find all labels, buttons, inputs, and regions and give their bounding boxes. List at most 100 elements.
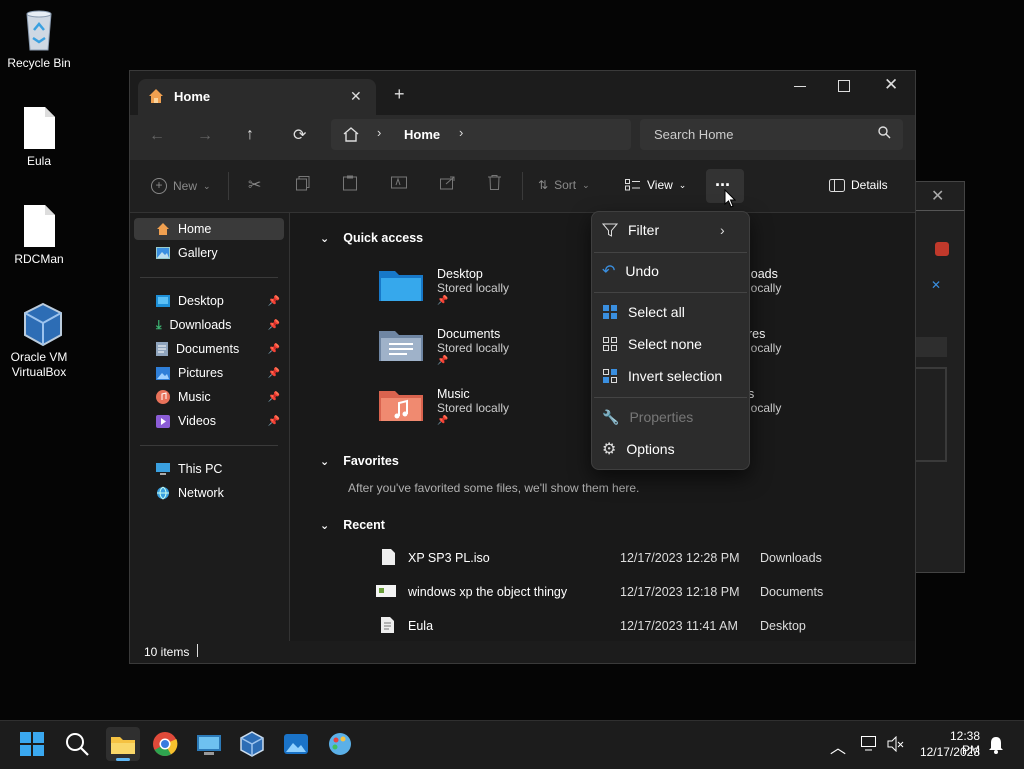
menu-item-select-all[interactable]: Select all xyxy=(602,300,742,324)
up-arrow-icon[interactable]: ↑ xyxy=(246,126,254,144)
rename-icon[interactable] xyxy=(391,175,407,190)
share-icon[interactable] xyxy=(440,175,456,190)
desktop-icon-recycle-bin[interactable]: Recycle Bin xyxy=(1,8,77,71)
gear-icon: ⚙ xyxy=(602,441,617,458)
desktop-icon-rdcman[interactable]: RDCMan xyxy=(1,204,77,267)
quick-access-item-partial[interactable]: res locally xyxy=(748,327,781,355)
text-file-icon xyxy=(381,617,394,633)
paste-icon[interactable] xyxy=(343,175,357,191)
details-button[interactable]: Details xyxy=(829,178,888,192)
forward-arrow-icon[interactable]: → xyxy=(197,127,213,145)
start-button[interactable] xyxy=(19,731,47,759)
new-label: New xyxy=(173,179,198,193)
address-box[interactable]: › Home › xyxy=(331,119,631,150)
menu-item-select-none[interactable]: Select none xyxy=(602,332,742,356)
menu-item-properties[interactable]: 🔧 Properties xyxy=(602,405,742,429)
recent-location: Desktop xyxy=(760,619,806,633)
chrome-icon[interactable] xyxy=(152,731,180,759)
menu-label: Select all xyxy=(628,304,685,320)
document-icon xyxy=(21,106,57,150)
quick-access-item-documents[interactable]: Documents Stored locally 📌 xyxy=(379,327,509,366)
quick-access-item-partial[interactable]: s locally xyxy=(748,387,781,415)
nav-item-videos[interactable]: Videos 📌 xyxy=(134,410,284,432)
refresh-icon[interactable]: ⟳ xyxy=(293,125,306,145)
search-icon[interactable] xyxy=(64,731,92,759)
quick-access-header[interactable]: ⌄ Quick access xyxy=(320,231,423,245)
chevron-down-icon: ⌄ xyxy=(320,232,330,245)
nav-item-downloads[interactable]: ⤓ Downloads 📌 xyxy=(134,314,284,336)
background-x-icon[interactable]: ✕ xyxy=(931,278,941,292)
pin-icon[interactable]: 📌 xyxy=(268,296,280,307)
photos-icon[interactable] xyxy=(283,731,311,759)
wrench-icon: 🔧 xyxy=(602,408,620,425)
nav-item-this-pc[interactable]: This PC xyxy=(134,458,284,480)
delete-icon[interactable] xyxy=(488,175,501,190)
search-box[interactable]: Search Home xyxy=(640,119,903,150)
quick-access-item-music[interactable]: Music Stored locally 📌 xyxy=(379,387,509,426)
pin-icon[interactable]: 📌 xyxy=(268,392,280,403)
maximize-button[interactable] xyxy=(838,80,850,92)
view-label: View xyxy=(647,178,673,192)
nav-item-home[interactable]: Home xyxy=(134,218,284,240)
volume-muted-icon[interactable] xyxy=(887,736,905,752)
home-icon xyxy=(148,88,164,104)
tab-title: Home xyxy=(174,89,211,104)
rdcman-icon[interactable] xyxy=(196,731,224,759)
recent-row[interactable]: XP SP3 PL.iso 12/17/2023 12:28 PM Downlo… xyxy=(376,549,916,569)
nav-item-desktop[interactable]: Desktop 📌 xyxy=(134,290,284,312)
minimize-button[interactable] xyxy=(792,77,808,97)
favorites-empty-text: After you've favorited some files, we'll… xyxy=(348,481,640,495)
recent-name: XP SP3 PL.iso xyxy=(408,551,490,565)
pin-icon[interactable]: 📌 xyxy=(268,416,280,427)
title-bar: Home ✕ + ✕ xyxy=(130,71,915,115)
new-button[interactable]: + New ⌄ xyxy=(151,178,211,194)
tab-close-icon[interactable]: ✕ xyxy=(350,88,362,105)
clock-date[interactable]: 12/17/2023 xyxy=(910,745,980,759)
chevron-down-icon: ⌄ xyxy=(320,519,330,532)
chevron-up-icon[interactable]: ︿ xyxy=(830,734,846,758)
new-tab-button[interactable]: + xyxy=(394,84,405,105)
desktop-icon-eula[interactable]: Eula xyxy=(1,106,77,169)
recent-header[interactable]: ⌄ Recent xyxy=(320,518,385,532)
cut-icon[interactable]: ✂ xyxy=(248,175,261,195)
file-explorer-window[interactable]: Home ✕ + ✕ ← → ↑ ⟳ › Home › Search Home xyxy=(129,70,916,664)
menu-item-invert-selection[interactable]: Invert selection xyxy=(602,364,742,388)
pin-icon[interactable]: 📌 xyxy=(268,320,280,331)
back-arrow-icon[interactable]: ← xyxy=(149,127,165,145)
view-button[interactable]: View ⌄ xyxy=(625,178,686,192)
background-close-icon[interactable]: ✕ xyxy=(931,186,944,206)
menu-item-options[interactable]: ⚙ Options xyxy=(602,437,742,461)
view-icon xyxy=(625,179,641,191)
breadcrumb-home[interactable]: Home xyxy=(404,127,440,142)
close-button[interactable]: ✕ xyxy=(884,75,898,95)
sort-button[interactable]: ⇅ Sort ⌄ xyxy=(538,178,590,192)
recent-row[interactable]: Eula 12/17/2023 11:41 AM Desktop xyxy=(376,617,916,637)
copy-icon[interactable] xyxy=(296,176,310,191)
nav-item-network[interactable]: Network xyxy=(134,482,284,504)
tab-home[interactable]: Home ✕ xyxy=(138,79,376,115)
menu-item-filter[interactable]: Filter › xyxy=(602,218,742,242)
chevron-right-icon[interactable]: › xyxy=(459,125,463,140)
background-app-icon xyxy=(935,242,949,256)
network-status-icon[interactable] xyxy=(861,736,879,752)
favorites-header[interactable]: ⌄ Favorites xyxy=(320,454,399,468)
notification-bell-icon[interactable] xyxy=(988,736,1004,754)
desktop-icon-virtualbox[interactable]: Oracle VM VirtualBox xyxy=(1,302,77,380)
file-explorer-taskbar-icon[interactable] xyxy=(106,727,140,761)
quick-access-item-partial[interactable]: loads locally xyxy=(748,267,781,295)
nav-item-music[interactable]: Music 📌 xyxy=(134,386,284,408)
recent-row[interactable]: windows xp the object thingy 12/17/2023 … xyxy=(376,583,916,603)
menu-item-undo[interactable]: ↶ Undo xyxy=(602,259,742,283)
nav-item-gallery[interactable]: Gallery xyxy=(134,242,284,264)
nav-item-pictures[interactable]: Pictures 📌 xyxy=(134,362,284,384)
search-icon xyxy=(878,126,891,139)
nav-label: Videos xyxy=(178,414,216,428)
menu-label: Invert selection xyxy=(628,368,723,384)
nav-label: Desktop xyxy=(178,294,224,308)
virtualbox-taskbar-icon[interactable] xyxy=(239,731,267,759)
pin-icon[interactable]: 📌 xyxy=(268,344,280,355)
paint-icon[interactable] xyxy=(327,731,355,759)
quick-access-item-desktop[interactable]: Desktop Stored locally 📌 xyxy=(379,267,509,306)
nav-item-documents[interactable]: Documents 📌 xyxy=(134,338,284,360)
pin-icon[interactable]: 📌 xyxy=(268,368,280,379)
